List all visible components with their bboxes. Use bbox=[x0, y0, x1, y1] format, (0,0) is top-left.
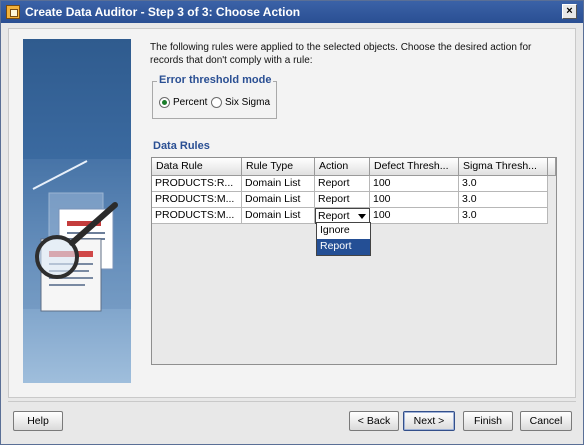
illustration-graphic bbox=[23, 159, 131, 312]
column-header-rule-type[interactable]: Rule Type bbox=[242, 158, 315, 176]
cell-sigma-threshold[interactable]: 3.0 bbox=[459, 208, 548, 224]
column-header-filler bbox=[548, 158, 556, 176]
table-row[interactable]: PRODUCTS:M... Domain List Report 100 3.0 bbox=[152, 192, 556, 208]
cell-defect-threshold[interactable]: 100 bbox=[370, 176, 459, 192]
table-header: Data Rule Rule Type Action Defect Thresh… bbox=[152, 158, 556, 176]
error-threshold-title: Error threshold mode bbox=[157, 74, 274, 86]
next-button[interactable]: Next > bbox=[403, 411, 455, 431]
wizard-window: Create Data Auditor - Step 3 of 3: Choos… bbox=[0, 0, 584, 445]
cell-action[interactable]: Report bbox=[315, 192, 370, 208]
intro-text: The following rules were applied to the … bbox=[150, 42, 532, 66]
chevron-down-icon[interactable] bbox=[358, 214, 366, 219]
app-icon bbox=[6, 5, 20, 19]
window-title: Create Data Auditor - Step 3 of 3: Choos… bbox=[25, 5, 301, 19]
data-rules-title: Data Rules bbox=[153, 140, 210, 152]
finish-button[interactable]: Finish bbox=[463, 411, 513, 431]
cell-rule-type[interactable]: Domain List bbox=[242, 176, 315, 192]
column-header-sigma-threshold[interactable]: Sigma Thresh... bbox=[459, 158, 548, 176]
percent-radio-indicator[interactable] bbox=[159, 97, 170, 108]
cell-defect-threshold[interactable]: 100 bbox=[370, 192, 459, 208]
cell-rule-type[interactable]: Domain List bbox=[242, 192, 315, 208]
cell-sigma-threshold[interactable]: 3.0 bbox=[459, 176, 548, 192]
footer-divider bbox=[8, 401, 576, 402]
cell-sigma-threshold[interactable]: 3.0 bbox=[459, 192, 548, 208]
column-header-defect-threshold[interactable]: Defect Thresh... bbox=[370, 158, 459, 176]
cell-data-rule[interactable]: PRODUCTS:M... bbox=[152, 192, 242, 208]
dropdown-option-ignore[interactable]: Ignore bbox=[317, 223, 370, 239]
cell-action[interactable]: Report bbox=[315, 176, 370, 192]
data-rules-table: Data Rule Rule Type Action Defect Thresh… bbox=[151, 157, 557, 365]
cell-rule-type[interactable]: Domain List bbox=[242, 208, 315, 224]
cell-data-rule[interactable]: PRODUCTS:M... bbox=[152, 208, 242, 224]
close-icon[interactable]: × bbox=[562, 4, 577, 19]
magnifier-document-illustration bbox=[23, 39, 131, 383]
column-header-action[interactable]: Action bbox=[315, 158, 370, 176]
six-sigma-radio[interactable]: Six Sigma bbox=[211, 97, 270, 108]
column-header-data-rule[interactable]: Data Rule bbox=[152, 158, 242, 176]
dropdown-option-report[interactable]: Report bbox=[317, 239, 370, 255]
cancel-button[interactable]: Cancel bbox=[520, 411, 572, 431]
percent-radio-label: Percent bbox=[173, 97, 208, 108]
percent-radio[interactable]: Percent bbox=[159, 97, 207, 108]
table-row[interactable]: PRODUCTS:R... Domain List Report 100 3.0 bbox=[152, 176, 556, 192]
cell-defect-threshold[interactable]: 100 bbox=[370, 208, 459, 224]
cell-data-rule[interactable]: PRODUCTS:R... bbox=[152, 176, 242, 192]
action-dropdown-list: Ignore Report bbox=[316, 222, 371, 256]
help-button[interactable]: Help bbox=[13, 411, 63, 431]
six-sigma-radio-label: Six Sigma bbox=[225, 97, 271, 108]
back-button[interactable]: < Back bbox=[349, 411, 399, 431]
title-bar[interactable]: Create Data Auditor - Step 3 of 3: Choos… bbox=[1, 1, 583, 23]
six-sigma-radio-indicator[interactable] bbox=[211, 97, 222, 108]
error-threshold-group: Error threshold mode Percent Six Sigma bbox=[152, 74, 277, 119]
action-combo-value: Report bbox=[318, 210, 350, 222]
wizard-content: The following rules were applied to the … bbox=[8, 28, 576, 398]
